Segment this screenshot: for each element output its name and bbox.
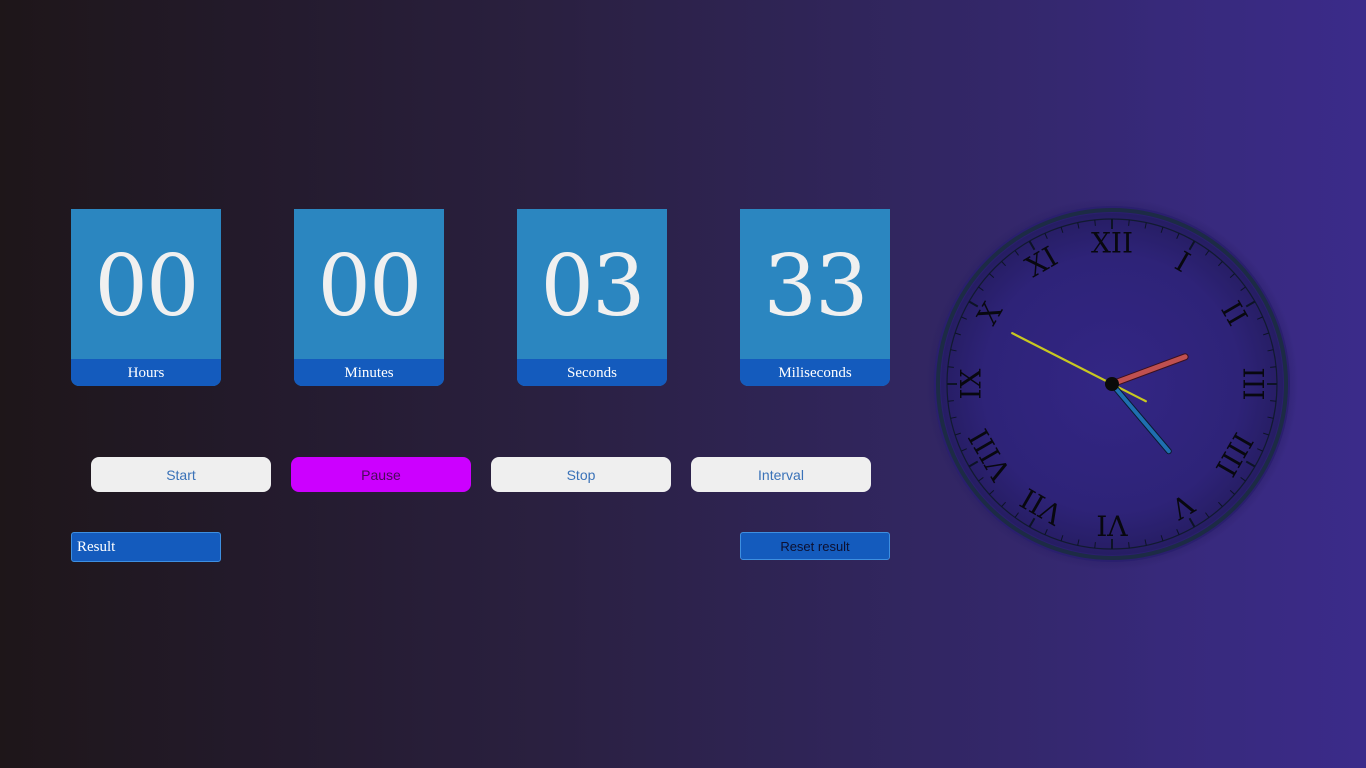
clock-numeral: VI [1096,509,1128,542]
clock-tick [947,366,954,368]
milliseconds-value: 33 [763,237,869,335]
seconds-label: Seconds [517,359,667,386]
clock-numeral: IX [955,368,988,399]
clock-center-pin [1105,377,1119,391]
clock-tick [947,400,954,402]
minutes-tile: 00 Minutes [294,209,444,386]
analog-clock: XIIIIIIIIIIIIVVIVIIVIIIIXXXI [926,200,1298,570]
clock-tick [1270,400,1277,402]
clock-tick [1128,542,1130,549]
hours-label: Hours [71,359,221,386]
minutes-label: Minutes [294,359,444,386]
hours-tile: 00 Hours [71,209,221,386]
milliseconds-label: Miliseconds [740,359,890,386]
interval-button[interactable]: Interval [691,457,871,492]
clock-numeral: III [1237,367,1270,400]
milliseconds-tile: 33 Miliseconds [740,209,890,386]
clock-tick [1094,219,1096,226]
stop-button[interactable]: Stop [491,457,671,492]
reset-result-button[interactable]: Reset result [740,532,890,560]
result-box: Result [71,532,221,562]
seconds-tile: 03 Seconds [517,209,667,386]
clock-numeral: XII [1091,227,1133,260]
clock-tick [1094,542,1096,549]
seconds-value: 03 [540,237,646,335]
start-button[interactable]: Start [91,457,271,492]
hours-value: 00 [94,237,200,335]
minutes-value: 00 [317,237,423,335]
clock-tick [1128,219,1130,226]
pause-button[interactable]: Pause [291,457,471,492]
clock-tick [1270,366,1277,368]
